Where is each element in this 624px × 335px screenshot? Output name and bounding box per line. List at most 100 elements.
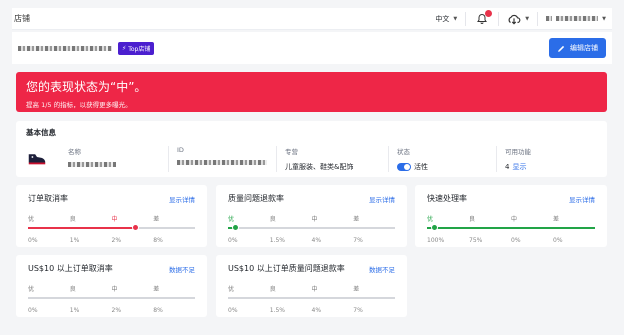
edit-shop-button[interactable]: 编辑店铺	[549, 38, 606, 58]
notifications-button[interactable]	[474, 9, 493, 27]
scale-tick-label: 0%	[228, 237, 238, 244]
scale-tick-label: 75%	[469, 237, 483, 244]
scale-level-label: 中	[311, 216, 318, 223]
scale-progress	[427, 227, 595, 229]
scale-tick-label: 0%	[228, 307, 238, 314]
scale-tick-label: 4%	[311, 237, 322, 244]
scale-tick-label: 2%	[111, 237, 122, 244]
scale-tick-label: 8%	[153, 307, 163, 314]
shop-header: ⚡ Top店铺 编辑店铺	[12, 32, 612, 64]
category-value: 儿童服装、鞋类&配饰	[285, 163, 354, 171]
scale-tick-label: 0%	[28, 237, 38, 244]
metric-scale: 优 0% 良 1% 中 2% 差 8%	[28, 284, 195, 318]
metric-scale: 优 0% 良 1% 中 2% 差 8%	[28, 214, 195, 248]
scale-track	[28, 297, 195, 299]
metric-scale: 优 0% 良 1.5% 中 4% 差 7%	[228, 214, 395, 248]
scale-marker	[231, 224, 239, 231]
scale-tick-label: 100%	[427, 237, 445, 244]
features-label: 可用功能	[505, 148, 531, 156]
account-name-redacted	[546, 16, 553, 21]
shop-name-redacted	[18, 45, 112, 51]
language-selector[interactable]: 中文 ▼	[435, 11, 467, 26]
basic-info-heading: 基本信息	[26, 128, 56, 137]
notification-dot	[485, 9, 493, 17]
metric-card: 订单取消率 显示详情 优 0% 良 1% 中 2% 差 8%	[16, 185, 207, 247]
scale-tick-label: 7%	[353, 307, 363, 314]
language-label: 中文	[435, 14, 450, 23]
alert-headline: 您的表现状态为“中”。	[26, 80, 147, 94]
scale-level-label: 差	[353, 286, 360, 293]
scale-tick-label: 7%	[353, 237, 363, 244]
metric-scale: 优 100% 良 75% 中 0% 差 0%	[427, 214, 595, 248]
metric-action-link[interactable]: 数据不足	[169, 264, 195, 274]
scale-level-label: 中	[111, 216, 118, 223]
metric-action-link[interactable]: 数据不足	[369, 264, 395, 274]
metric-scale: 优 0% 良 1.5% 中 4% 差 7%	[228, 284, 395, 318]
scale-level-label: 差	[153, 286, 160, 293]
top-bar: 店铺 中文 ▼ ▼ ▼	[12, 8, 612, 30]
metric-card: 快速处理率 显示详情 优 100% 良 75% 中 0% 差 0%	[415, 185, 607, 247]
metric-title: US$10 以上订单取消率	[28, 264, 113, 273]
scale-level-label: 良	[269, 216, 276, 223]
lightning-icon: ⚡	[122, 44, 127, 52]
status-value: 活性	[414, 163, 428, 171]
scale-level-label: 中	[311, 286, 318, 293]
metric-title: US$10 以上订单质量问题退款率	[228, 264, 345, 273]
app-title: 店铺	[14, 14, 30, 23]
scale-tick-label: 4%	[311, 307, 322, 314]
shop-logo-shoe-icon	[28, 154, 46, 165]
features-show-link[interactable]: 显示	[512, 162, 526, 172]
metric-action-link[interactable]: 显示详情	[569, 194, 595, 204]
status-label: 状态	[397, 148, 410, 156]
scale-tick-label: 1%	[69, 307, 80, 314]
chevron-down-icon: ▼	[602, 15, 606, 22]
scale-tick-label: 1.5%	[269, 237, 285, 244]
scale-level-label: 优	[28, 286, 35, 293]
scale-tick-label: 0%	[28, 307, 38, 314]
metric-card: US$10 以上订单质量问题退款率 数据不足 优 0% 良 1.5% 中 4% 差 7%	[216, 255, 407, 317]
metric-action-link[interactable]: 显示详情	[369, 194, 395, 204]
cloud-menu[interactable]: ▼	[498, 11, 539, 26]
pencil-icon	[558, 45, 565, 52]
scale-level-label: 良	[69, 286, 76, 293]
shop-id-field: ID	[168, 146, 276, 172]
metric-card: US$10 以上订单取消率 数据不足 优 0% 良 1% 中 2% 差 8%	[16, 255, 207, 317]
metric-card: 质量问题退款率 显示详情 优 0% 良 1.5% 中 4% 差 7%	[216, 185, 407, 247]
alert-subtext: 提高 1/5 的指标，以获得更多曝光。	[26, 101, 132, 109]
features-field: 可用功能 4 显示	[496, 146, 576, 172]
name-label: 名称	[68, 148, 81, 156]
scale-level-label: 中	[111, 286, 118, 293]
scale-tick-label: 2%	[111, 307, 122, 314]
performance-alert: 您的表现状态为“中”。 提高 1/5 的指标，以获得更多曝光。	[16, 72, 607, 112]
badge-label: Top店铺	[128, 45, 151, 53]
shop-id-redacted	[177, 160, 267, 165]
scale-track	[228, 227, 395, 229]
chevron-down-icon: ▼	[453, 15, 458, 22]
scale-marker	[430, 224, 438, 231]
scale-level-label: 优	[28, 216, 35, 223]
shop-name-field: 名称	[60, 146, 168, 172]
scale-level-label: 差	[153, 216, 160, 223]
edit-shop-label: 编辑店铺	[570, 44, 598, 52]
scale-tick-label: 1%	[69, 237, 80, 244]
features-count: 4	[505, 163, 510, 171]
scale-level-label: 中	[511, 216, 518, 223]
account-menu[interactable]: ▼	[546, 16, 606, 22]
scale-level-label: 差	[553, 216, 560, 223]
scale-level-label: 优	[228, 286, 235, 293]
category-field: 专营 儿童服装、鞋类&配饰	[276, 146, 388, 172]
scale-tick-label: 8%	[153, 237, 163, 244]
scale-level-label: 差	[353, 216, 360, 223]
metric-action-link[interactable]: 显示详情	[169, 194, 195, 204]
metric-title: 订单取消率	[28, 194, 68, 203]
metric-title: 质量问题退款率	[228, 194, 284, 203]
status-field: 状态 活性	[388, 146, 496, 172]
id-label: ID	[177, 146, 184, 154]
scale-tick-label: 0%	[553, 237, 563, 244]
scale-track	[228, 297, 395, 299]
status-toggle[interactable]	[397, 163, 411, 171]
scale-tick-label: 0%	[511, 237, 521, 244]
scale-level-label: 良	[269, 286, 276, 293]
scale-level-label: 良	[69, 216, 76, 223]
scale-tick-label: 1.5%	[269, 307, 285, 314]
